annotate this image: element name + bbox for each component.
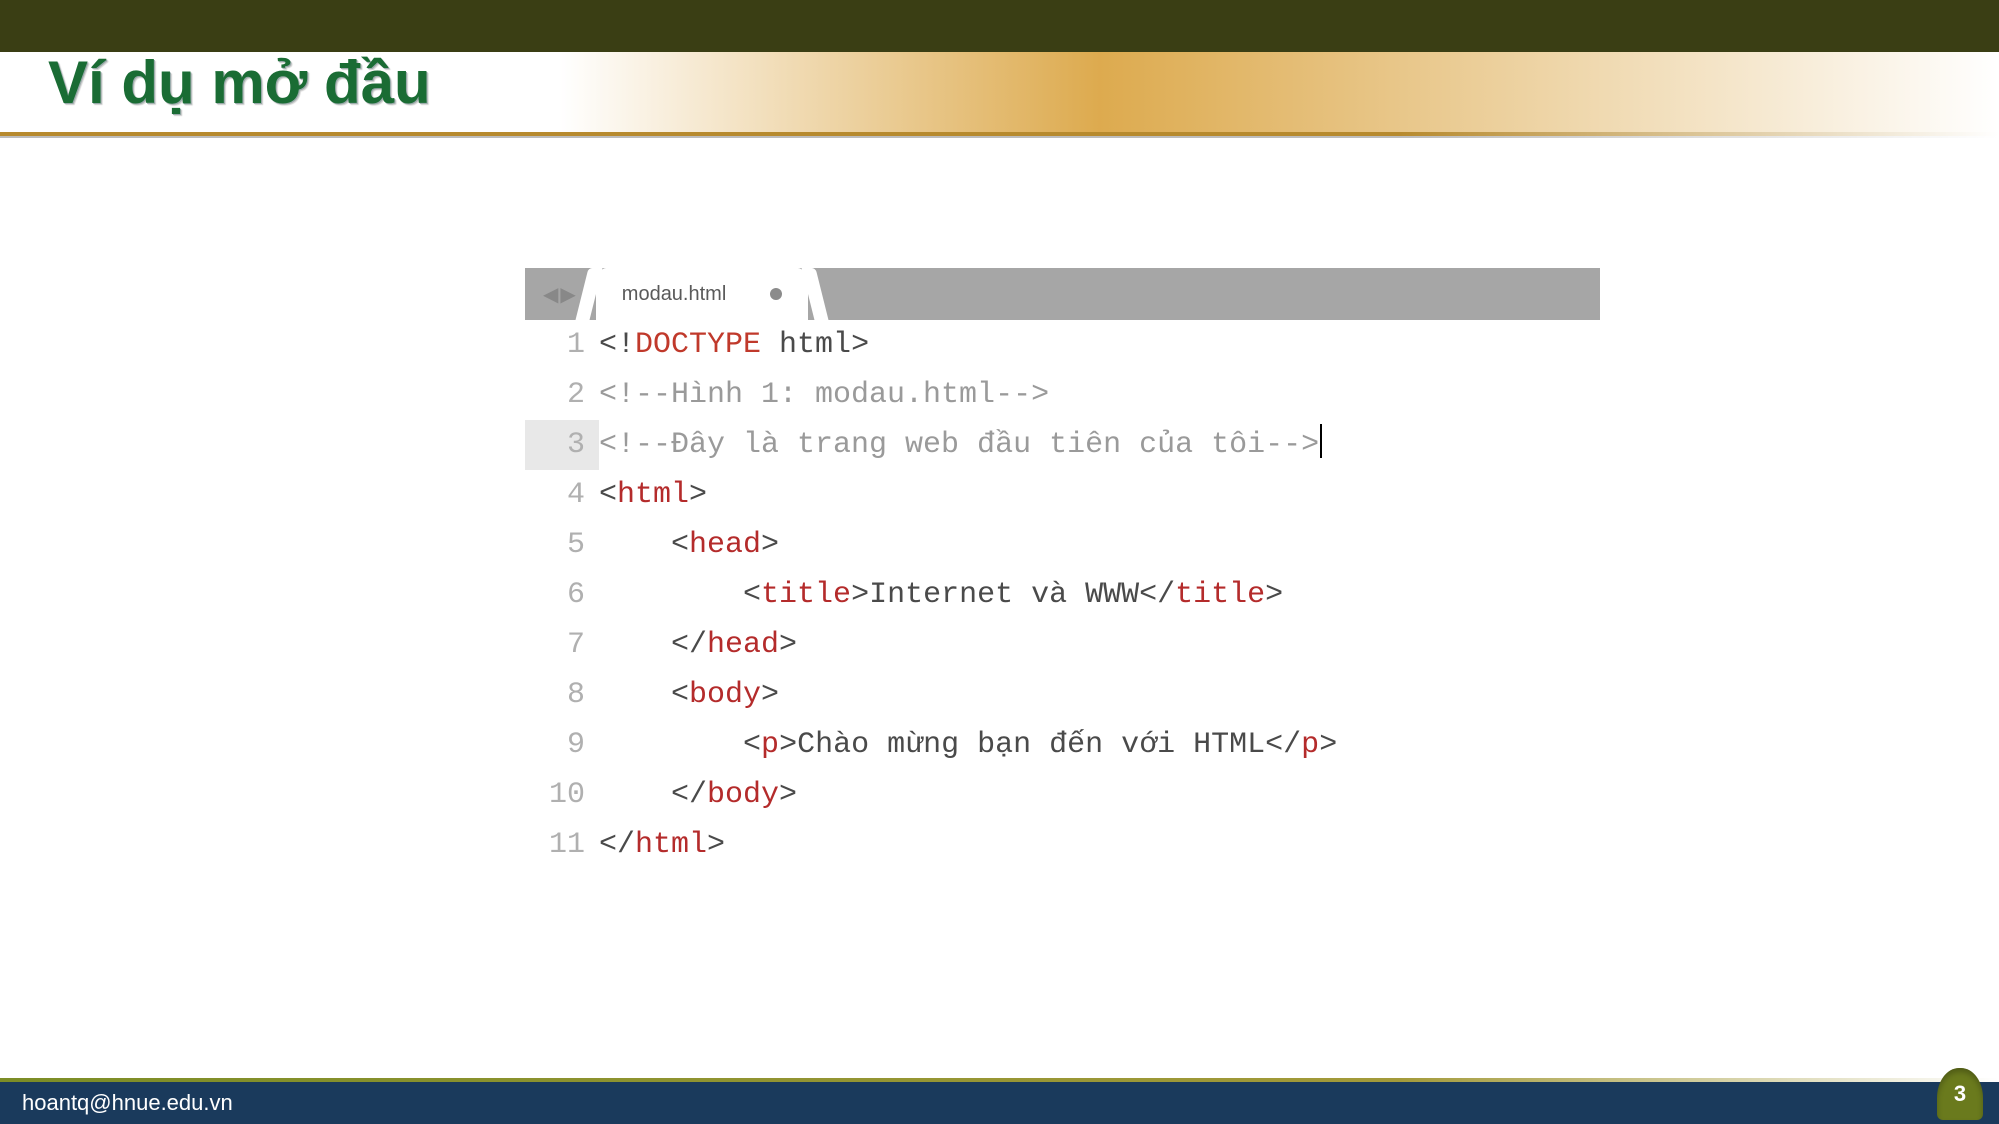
code-content[interactable]: <html> [599, 470, 707, 520]
code-content[interactable]: <!--Hình 1: modau.html--> [599, 370, 1049, 420]
code-content[interactable]: </body> [599, 770, 797, 820]
code-editor: ◀ ▶ modau.html 1<!DOCTYPE html>2<!--Hình… [525, 268, 1600, 870]
code-line[interactable]: 9 <p>Chào mừng bạn đến với HTML</p> [525, 720, 1600, 770]
line-number: 5 [525, 520, 599, 570]
line-number: 1 [525, 320, 599, 370]
page-number-badge: 3 [1937, 1068, 1983, 1120]
code-content[interactable]: </html> [599, 820, 725, 870]
line-number: 2 [525, 370, 599, 420]
code-line[interactable]: 7 </head> [525, 620, 1600, 670]
editor-tab-bar: ◀ ▶ modau.html [525, 268, 1600, 320]
code-content[interactable]: <title>Internet và WWW</title> [599, 570, 1283, 620]
code-line[interactable]: 3<!--Đây là trang web đầu tiên của tôi--… [525, 420, 1600, 470]
line-number: 4 [525, 470, 599, 520]
text-cursor [1320, 424, 1322, 458]
slide-title: Ví dụ mở đầu [48, 48, 431, 117]
footer-bar: hoantq@hnue.edu.vn [0, 1082, 1999, 1124]
line-number: 3 [525, 420, 599, 470]
nav-next-icon[interactable]: ▶ [560, 282, 575, 307]
code-content[interactable]: <body> [599, 670, 779, 720]
footer-email: hoantq@hnue.edu.vn [22, 1090, 233, 1116]
code-content[interactable]: <p>Chào mừng bạn đến với HTML</p> [599, 720, 1337, 770]
code-line[interactable]: 11</html> [525, 820, 1600, 870]
code-area[interactable]: 1<!DOCTYPE html>2<!--Hình 1: modau.html-… [525, 320, 1600, 870]
code-line[interactable]: 4<html> [525, 470, 1600, 520]
code-line[interactable]: 10 </body> [525, 770, 1600, 820]
code-content[interactable]: <!--Đây là trang web đầu tiên của tôi--> [599, 420, 1322, 470]
line-number: 10 [525, 770, 599, 820]
line-number: 7 [525, 620, 599, 670]
title-underline-thin [0, 136, 1999, 138]
code-line[interactable]: 6 <title>Internet và WWW</title> [525, 570, 1600, 620]
modified-indicator-icon [770, 288, 782, 300]
editor-tab[interactable]: modau.html [596, 268, 809, 320]
page-number: 3 [1954, 1081, 1966, 1107]
line-number: 9 [525, 720, 599, 770]
code-line[interactable]: 5 <head> [525, 520, 1600, 570]
code-content[interactable]: <head> [599, 520, 779, 570]
code-content[interactable]: <!DOCTYPE html> [599, 320, 869, 370]
line-number: 6 [525, 570, 599, 620]
line-number: 8 [525, 670, 599, 720]
editor-tab-label: modau.html [622, 283, 727, 306]
code-content[interactable]: </head> [599, 620, 797, 670]
top-dark-bar [0, 0, 1999, 52]
code-line[interactable]: 1<!DOCTYPE html> [525, 320, 1600, 370]
line-number: 11 [525, 820, 599, 870]
code-line[interactable]: 2<!--Hình 1: modau.html--> [525, 370, 1600, 420]
nav-prev-icon[interactable]: ◀ [543, 282, 558, 307]
code-line[interactable]: 8 <body> [525, 670, 1600, 720]
